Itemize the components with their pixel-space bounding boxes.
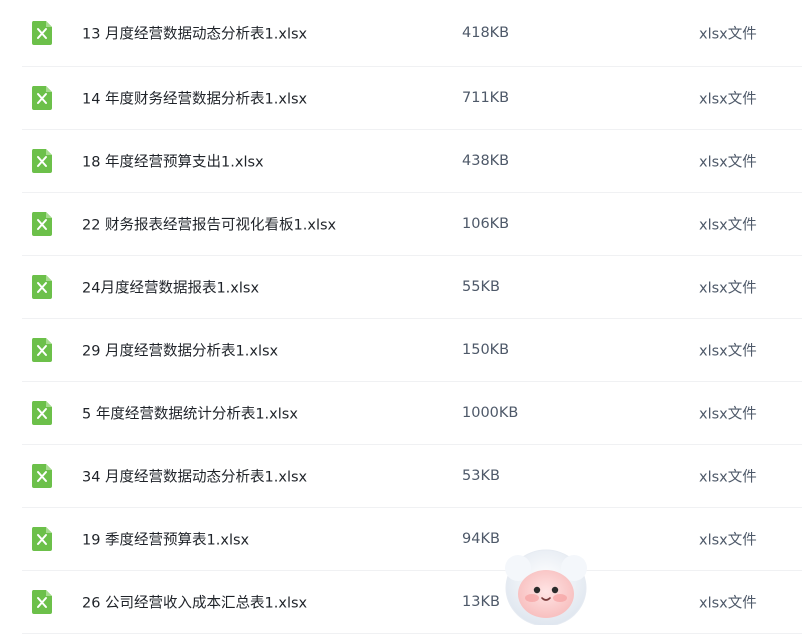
excel-file-icon [31, 526, 53, 552]
file-row[interactable]: 19 季度经营预算表1.xlsx 94KB xlsx文件 [22, 508, 802, 571]
file-size: 53KB [462, 468, 500, 484]
file-list: 13 月度经营数据动态分析表1.xlsx 418KB xlsx文件 14 年度财… [0, 0, 802, 634]
file-size: 150KB [462, 342, 510, 358]
file-row[interactable]: 13 月度经营数据动态分析表1.xlsx 418KB xlsx文件 [22, 0, 802, 67]
excel-file-icon [31, 274, 53, 300]
file-size: 94KB [462, 531, 500, 547]
excel-file-icon [31, 85, 53, 111]
file-type: xlsx文件 [699, 154, 757, 171]
file-type: xlsx文件 [699, 406, 757, 423]
file-row[interactable]: 18 年度经营预算支出1.xlsx 438KB xlsx文件 [22, 130, 802, 193]
file-size: 55KB [462, 279, 500, 295]
file-name[interactable]: 26 公司经营收入成本汇总表1.xlsx [82, 592, 307, 613]
file-size: 13KB [462, 594, 500, 610]
excel-file-icon [31, 148, 53, 174]
file-name[interactable]: 13 月度经营数据动态分析表1.xlsx [82, 23, 307, 44]
file-name[interactable]: 5 年度经营数据统计分析表1.xlsx [82, 403, 298, 424]
file-size: 418KB [462, 25, 510, 41]
file-name[interactable]: 34 月度经营数据动态分析表1.xlsx [82, 466, 307, 487]
file-row[interactable]: 24月度经营数据报表1.xlsx 55KB xlsx文件 [22, 256, 802, 319]
file-row[interactable]: 34 月度经营数据动态分析表1.xlsx 53KB xlsx文件 [22, 445, 802, 508]
file-size: 438KB [462, 153, 510, 169]
excel-file-icon [31, 589, 53, 615]
excel-file-icon [31, 463, 53, 489]
file-name[interactable]: 24月度经营数据报表1.xlsx [82, 277, 259, 298]
mascot-avatar-icon[interactable] [498, 540, 594, 627]
file-row[interactable]: 22 财务报表经营报告可视化看板1.xlsx 106KB xlsx文件 [22, 193, 802, 256]
file-type: xlsx文件 [699, 532, 757, 549]
file-row[interactable]: 29 月度经营数据分析表1.xlsx 150KB xlsx文件 [22, 319, 802, 382]
file-name[interactable]: 18 年度经营预算支出1.xlsx [82, 151, 264, 172]
excel-file-icon [31, 211, 53, 237]
file-type: xlsx文件 [699, 91, 757, 108]
excel-file-icon [31, 20, 53, 46]
file-type: xlsx文件 [699, 217, 757, 234]
file-size: 106KB [462, 216, 510, 232]
file-name[interactable]: 19 季度经营预算表1.xlsx [82, 529, 249, 550]
file-size: 1000KB [462, 405, 519, 421]
excel-file-icon [31, 400, 53, 426]
file-type: xlsx文件 [699, 280, 757, 297]
file-name[interactable]: 29 月度经营数据分析表1.xlsx [82, 340, 278, 361]
file-type: xlsx文件 [699, 26, 757, 43]
file-name[interactable]: 22 财务报表经营报告可视化看板1.xlsx [82, 214, 336, 235]
file-size: 711KB [462, 90, 510, 106]
file-name[interactable]: 14 年度财务经营数据分析表1.xlsx [82, 88, 307, 109]
file-type: xlsx文件 [699, 595, 757, 612]
file-type: xlsx文件 [699, 469, 757, 486]
file-type: xlsx文件 [699, 343, 757, 360]
file-row[interactable]: 14 年度财务经营数据分析表1.xlsx 711KB xlsx文件 [22, 67, 802, 130]
excel-file-icon [31, 337, 53, 363]
file-row[interactable]: 5 年度经营数据统计分析表1.xlsx 1000KB xlsx文件 [22, 382, 802, 445]
